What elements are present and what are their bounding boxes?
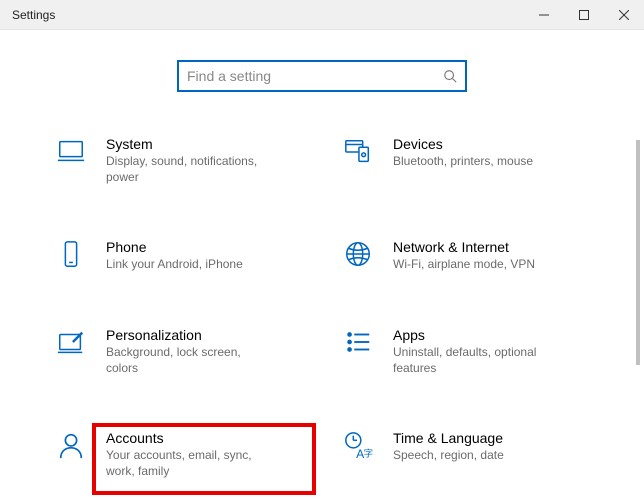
tile-system[interactable]: System Display, sound, notifications, po… — [48, 130, 315, 191]
phone-icon — [54, 239, 88, 273]
scrollbar-thumb[interactable] — [636, 140, 640, 365]
minimize-button[interactable] — [524, 0, 564, 30]
tile-subtitle: Background, lock screen, colors — [106, 345, 276, 376]
tile-phone[interactable]: Phone Link your Android, iPhone — [48, 233, 315, 279]
globe-icon — [341, 239, 375, 273]
tile-devices[interactable]: Devices Bluetooth, printers, mouse — [335, 130, 602, 191]
apps-icon — [341, 327, 375, 361]
tile-title: Phone — [106, 239, 309, 255]
vertical-scrollbar[interactable] — [632, 140, 644, 365]
tile-subtitle: Uninstall, defaults, optional features — [393, 345, 563, 376]
search-icon — [443, 69, 457, 83]
settings-content: System Display, sound, notifications, po… — [0, 30, 644, 496]
tile-title: Devices — [393, 136, 596, 152]
tile-apps[interactable]: Apps Uninstall, defaults, optional featu… — [335, 321, 602, 382]
time-language-icon: A 字 — [341, 430, 375, 464]
window-title: Settings — [12, 8, 55, 22]
tile-title: Network & Internet — [393, 239, 596, 255]
tile-subtitle: Your accounts, email, sync, work, family — [106, 448, 276, 479]
tile-title: Apps — [393, 327, 596, 343]
tile-title: System — [106, 136, 309, 152]
tile-subtitle: Bluetooth, printers, mouse — [393, 154, 563, 170]
close-button[interactable] — [604, 0, 644, 30]
titlebar: Settings — [0, 0, 644, 30]
person-icon — [54, 430, 88, 464]
tile-personalization[interactable]: Personalization Background, lock screen,… — [48, 321, 315, 382]
tile-time-language[interactable]: A 字 Time & Language Speech, region, date — [335, 424, 602, 485]
system-icon — [54, 136, 88, 170]
tile-title: Personalization — [106, 327, 309, 343]
tile-network[interactable]: Network & Internet Wi-Fi, airplane mode,… — [335, 233, 602, 279]
search-input[interactable] — [187, 68, 443, 84]
search-wrap — [0, 60, 644, 92]
svg-text:字: 字 — [364, 448, 373, 459]
personalization-icon — [54, 327, 88, 361]
tile-title: Time & Language — [393, 430, 596, 446]
settings-grid: System Display, sound, notifications, po… — [42, 130, 602, 486]
tile-subtitle: Speech, region, date — [393, 448, 563, 464]
maximize-button[interactable] — [564, 0, 604, 30]
tile-subtitle: Display, sound, notifications, power — [106, 154, 276, 185]
tile-accounts[interactable]: Accounts Your accounts, email, sync, wor… — [48, 424, 315, 485]
tile-subtitle: Link your Android, iPhone — [106, 257, 276, 273]
search-box[interactable] — [177, 60, 467, 92]
tile-title: Accounts — [106, 430, 309, 446]
devices-icon — [341, 136, 375, 170]
window-controls — [524, 0, 644, 30]
tile-subtitle: Wi-Fi, airplane mode, VPN — [393, 257, 563, 273]
